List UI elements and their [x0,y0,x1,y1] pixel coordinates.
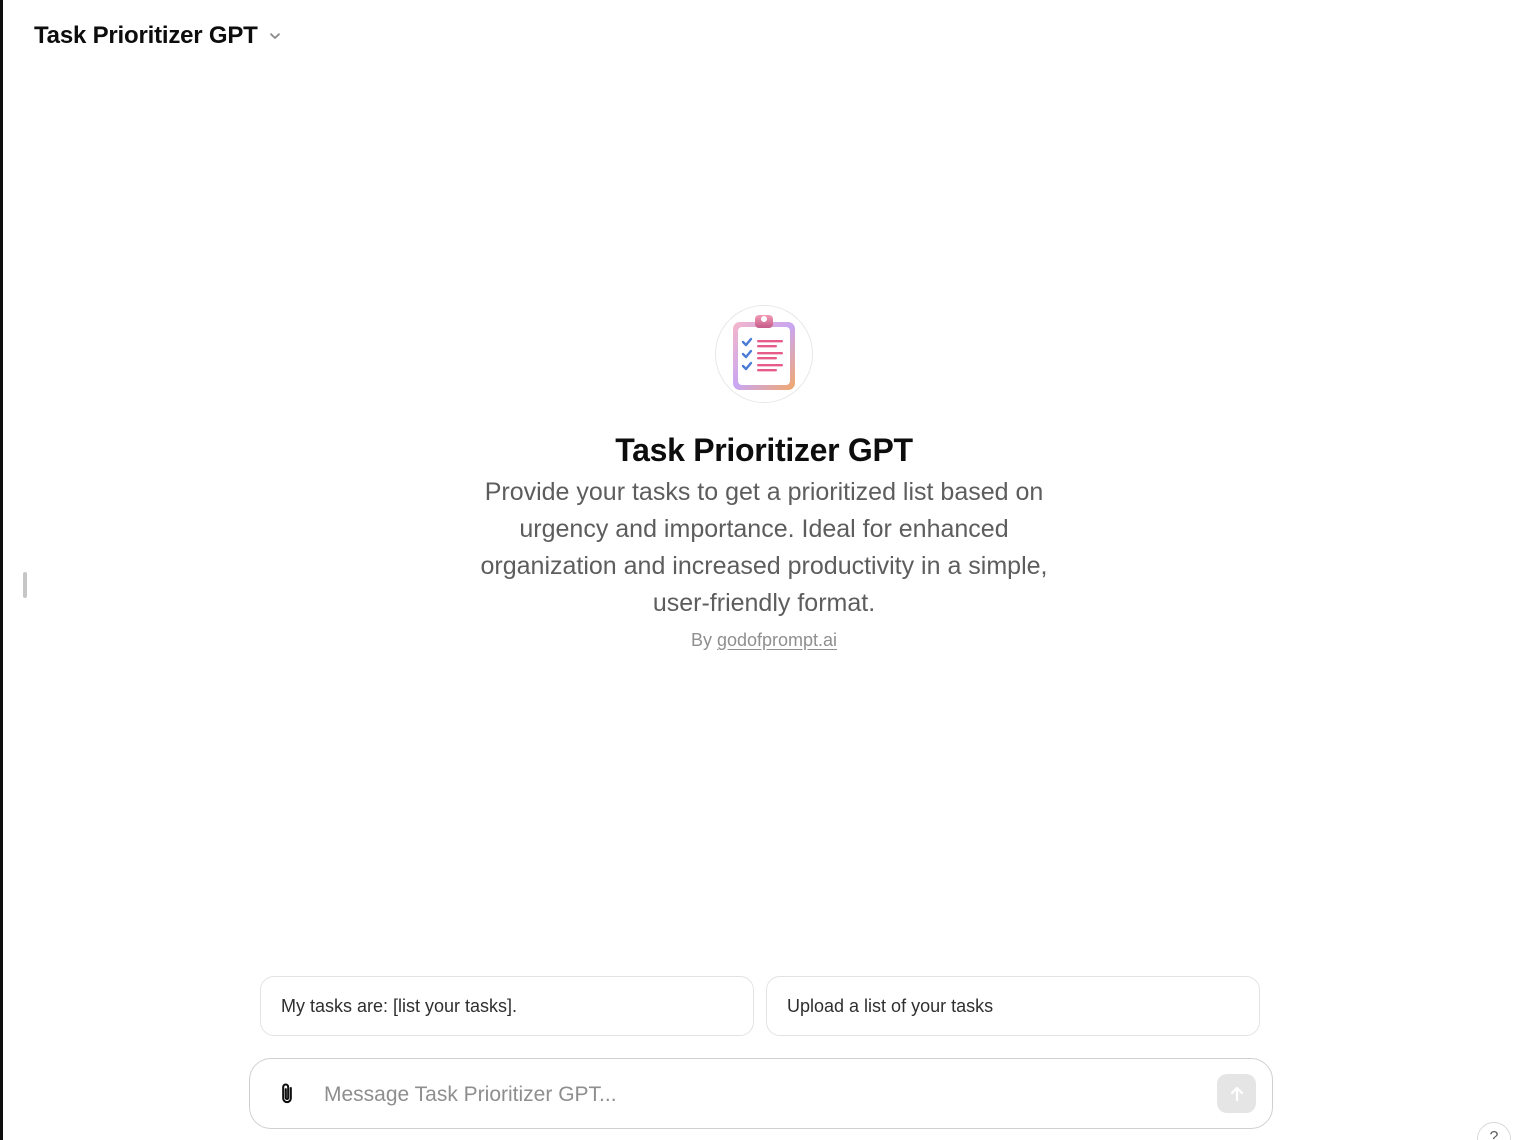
gpt-description: Provide your tasks to get a prioritized … [480,478,1048,617]
chevron-down-icon [268,29,282,43]
arrow-up-icon [1227,1084,1247,1104]
send-button[interactable] [1217,1074,1256,1113]
model-switcher[interactable]: Task Prioritizer GPT [30,20,286,52]
conversation-starter[interactable]: My tasks are: [list your tasks]. [260,976,754,1036]
help-button[interactable]: ? [1477,1122,1511,1140]
author-prefix: By [690,630,712,650]
paperclip-icon[interactable] [272,1079,302,1109]
gpt-author: By godofprompt.ai [691,628,837,652]
clipboard-checklist-icon [716,306,812,402]
author-link[interactable]: godofprompt.ai [717,630,837,650]
model-name: Task Prioritizer GPT [34,22,258,49]
message-input[interactable] [322,1075,1196,1115]
gpt-intro: Task Prioritizer GPT Provide your tasks … [3,306,1522,652]
app-window: Task Prioritizer GPT Task Prioritizer GP… [0,0,1522,1140]
gpt-title: Task Prioritizer GPT [615,432,913,468]
conversation-starter[interactable]: Upload a list of your tasks [766,976,1260,1036]
message-composer [249,1058,1273,1129]
